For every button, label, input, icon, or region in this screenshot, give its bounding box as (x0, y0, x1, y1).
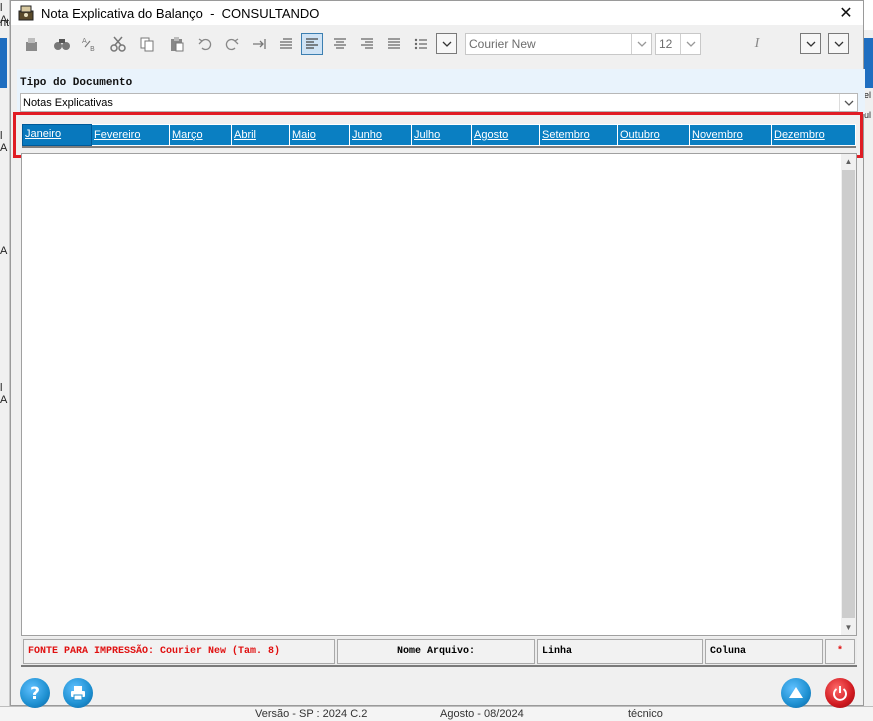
clear-icon[interactable] (21, 33, 43, 55)
font-size-value: 12 (659, 37, 673, 51)
tab-junho[interactable]: Junho (350, 125, 412, 145)
scrollbar-thumb[interactable] (842, 170, 855, 618)
month-tab-strip: Janeiro Fevereiro Março Abril Maio Junho… (22, 124, 856, 148)
chevron-down-icon (442, 41, 451, 47)
app-icon (17, 4, 35, 22)
align-left-icon[interactable] (301, 33, 323, 55)
tab-setembro[interactable]: Setembro (540, 125, 618, 145)
svg-text:A: A (82, 37, 87, 45)
background-app-right: el ul (864, 30, 873, 720)
scroll-top-button[interactable] (781, 678, 811, 708)
scroll-up-icon[interactable]: ▲ (841, 154, 856, 169)
font-name-value: Courier New (469, 37, 536, 51)
status-bar: FONTE PARA IMPRESSÃO: Courier New (Tam. … (21, 637, 857, 667)
bg-blue-block (0, 38, 7, 88)
undo-icon[interactable] (194, 33, 216, 55)
document-type-select[interactable]: Notas Explicativas (20, 93, 858, 112)
copy-icon[interactable] (136, 33, 158, 55)
tab-marco[interactable]: Março (170, 125, 232, 145)
bullet-list-icon[interactable] (410, 33, 432, 55)
list-style-dropdown[interactable] (436, 33, 457, 54)
chevron-down-icon[interactable] (631, 34, 651, 54)
vertical-scrollbar[interactable]: ▲ ▼ (841, 154, 856, 635)
text-color-dropdown[interactable] (800, 33, 821, 54)
tab-abril[interactable]: Abril (232, 125, 290, 145)
help-button[interactable]: ? (20, 678, 50, 708)
svg-text:?: ? (30, 684, 40, 703)
chevron-down-icon[interactable] (680, 34, 700, 54)
indent-icon[interactable] (249, 33, 271, 55)
font-name-select[interactable]: Courier New (465, 33, 652, 55)
align-justify-left-icon[interactable] (275, 33, 297, 55)
note-text-editor[interactable]: ▲ ▼ (21, 153, 857, 636)
bg-fragment: l A (0, 130, 8, 154)
redo-icon[interactable] (221, 33, 243, 55)
tab-julho[interactable]: Julho (412, 125, 472, 145)
italic-button[interactable]: I (746, 33, 768, 55)
align-center-icon[interactable] (329, 33, 351, 55)
tab-janeiro[interactable]: Janeiro (22, 124, 92, 146)
tab-dezembro[interactable]: Dezembro (772, 125, 856, 145)
question-icon: ? (30, 684, 40, 703)
bg-user-text: técnico (628, 708, 663, 720)
title-bar[interactable]: Nota Explicativa do Balanço - CONSULTAND… (11, 1, 863, 25)
column-label: Coluna (705, 639, 823, 664)
svg-text:B: B (90, 45, 95, 53)
print-font-info: FONTE PARA IMPRESSÃO: Courier New (Tam. … (23, 639, 335, 664)
paste-icon[interactable] (166, 33, 188, 55)
background-app-left: l A nto l A A l A (0, 0, 15, 721)
triangle-up-icon (789, 687, 803, 698)
background-status-strip: Versão - SP : 2024 C.2 Agosto - 08/2024 … (0, 706, 873, 721)
bg-fragment: A (0, 245, 8, 257)
tab-novembro[interactable]: Novembro (690, 125, 772, 145)
bg-blue-block (864, 38, 873, 88)
exit-button[interactable] (825, 678, 855, 708)
tab-agosto[interactable]: Agosto (472, 125, 540, 145)
nota-explicativa-dialog: Nota Explicativa do Balanço - CONSULTAND… (10, 0, 865, 708)
printer-icon (71, 686, 85, 701)
formatting-toolbar: AB Courier New 12 I (11, 29, 863, 61)
align-right-icon[interactable] (356, 33, 378, 55)
find-icon[interactable] (51, 33, 73, 55)
tab-fevereiro[interactable]: Fevereiro (92, 125, 170, 145)
bg-fragment: l A (0, 382, 8, 406)
document-type-label: Tipo do Documento (20, 77, 133, 89)
bg-period-text: Agosto - 08/2024 (440, 708, 524, 720)
tab-outubro[interactable]: Outubro (618, 125, 690, 145)
align-justify-icon[interactable] (383, 33, 405, 55)
print-button[interactable] (63, 678, 93, 708)
bg-version-text: Versão - SP : 2024 C.2 (255, 708, 368, 720)
footer-bar: ? (11, 669, 863, 708)
chevron-down-icon[interactable] (839, 94, 857, 111)
replace-icon[interactable]: AB (79, 33, 101, 55)
highlight-color-dropdown[interactable] (828, 33, 849, 54)
font-size-select[interactable]: 12 (655, 33, 701, 55)
bg-fragment: el (864, 90, 872, 100)
chevron-down-icon (806, 41, 815, 47)
document-type-panel: Tipo do Documento Notas Explicativas (17, 69, 865, 114)
line-label: Linha (537, 639, 703, 664)
window-title: Nota Explicativa do Balanço - CONSULTAND… (41, 5, 320, 21)
tab-maio[interactable]: Maio (290, 125, 350, 145)
power-icon (833, 686, 847, 701)
scroll-down-icon[interactable]: ▼ (841, 620, 856, 635)
document-type-value: Notas Explicativas (23, 96, 113, 109)
close-button[interactable]: ✕ (833, 2, 859, 24)
modified-marker: * (825, 639, 855, 664)
file-name-label: Nome Arquivo: (337, 639, 535, 664)
cut-icon[interactable] (107, 33, 129, 55)
bg-fragment: ul (864, 110, 872, 120)
chevron-down-icon (834, 41, 843, 47)
